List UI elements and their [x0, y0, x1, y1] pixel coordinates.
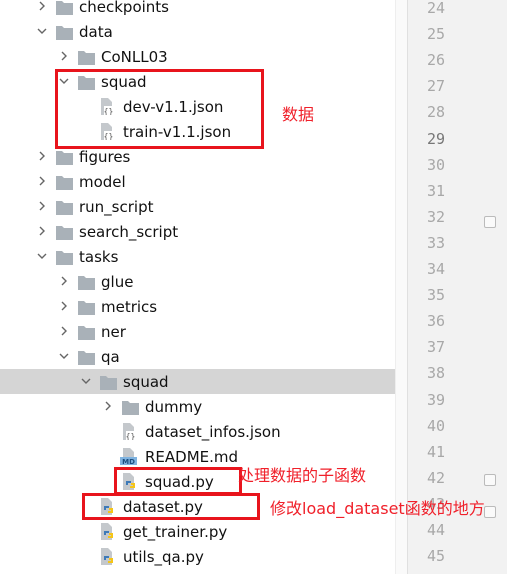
tree-item-label: metrics [101, 297, 158, 316]
chevron-right-icon[interactable] [58, 50, 70, 62]
chevron-down-icon[interactable] [36, 250, 48, 262]
folder-icon [78, 350, 95, 367]
line-number: 28 [426, 103, 445, 122]
tree-item-label: run_script [79, 197, 154, 216]
line-number: 26 [426, 51, 445, 70]
folder-icon [56, 25, 73, 42]
tree-item-dummy[interactable]: dummy [0, 394, 407, 419]
tree-item-label: ner [101, 322, 126, 341]
svg-text:{}: {} [126, 432, 136, 440]
tree-item-tasks[interactable]: tasks [0, 244, 407, 269]
chevron-right-icon[interactable] [58, 275, 70, 287]
line-number: 30 [426, 155, 445, 174]
folder-icon [100, 375, 117, 392]
chevron-down-icon[interactable] [36, 25, 48, 37]
folder-icon [78, 275, 95, 292]
chevron-right-icon[interactable] [36, 175, 48, 187]
line-number: 40 [426, 416, 445, 435]
line-number: 24 [426, 0, 445, 17]
tree-item-label: CoNLL03 [101, 47, 168, 66]
tree-item-glue[interactable]: glue [0, 269, 407, 294]
tree-item-checkpoints[interactable]: checkpoints [0, 0, 407, 19]
highlight-dataset-py [82, 493, 260, 520]
line-number: 38 [426, 364, 445, 383]
tree-item-squad[interactable]: squad [0, 369, 407, 394]
folder-icon [56, 150, 73, 167]
tree-item-qa[interactable]: qa [0, 344, 407, 369]
tree-item-conll03[interactable]: CoNLL03 [0, 44, 407, 69]
folder-icon [56, 175, 73, 192]
folder-icon [56, 0, 73, 17]
tree-item-data[interactable]: data [0, 19, 407, 44]
line-number: 27 [426, 77, 445, 96]
tree-item-model[interactable]: model [0, 169, 407, 194]
tree-item-label: checkpoints [79, 0, 169, 16]
tree-item-label: dummy [145, 397, 203, 416]
markdown-file-icon: MD [120, 448, 137, 466]
line-number: 39 [426, 390, 445, 409]
python-file-icon [98, 523, 115, 540]
fold-marker-icon[interactable] [484, 216, 496, 228]
folder-icon [56, 225, 73, 242]
tree-item-label: model [79, 172, 126, 191]
folder-icon [78, 50, 95, 67]
annotation-data: 数据 [282, 105, 315, 124]
chevron-right-icon[interactable] [36, 0, 48, 12]
tree-item-label: squad [123, 372, 169, 391]
line-number: 25 [426, 25, 445, 44]
line-number: 42 [426, 468, 445, 487]
tree-item-label: dataset_infos.json [145, 422, 281, 441]
tree-item-label: tasks [79, 247, 119, 266]
line-number: 45 [426, 547, 445, 566]
line-number: 34 [426, 260, 445, 278]
chevron-right-icon[interactable] [58, 325, 70, 337]
line-number: 35 [426, 286, 445, 305]
tree-item-label: glue [101, 272, 134, 291]
tree-item-get-trainer-py[interactable]: get_trainer.py [0, 519, 407, 544]
json-file-icon: {} [120, 423, 137, 441]
line-number: 31 [426, 181, 445, 200]
tree-item-metrics[interactable]: metrics [0, 294, 407, 319]
line-number: 37 [426, 338, 445, 357]
tree-item-label: README.md [145, 447, 239, 466]
tree-item-label: utils_qa.py [123, 547, 204, 566]
chevron-down-icon[interactable] [58, 350, 70, 362]
folder-icon [78, 325, 95, 342]
tree-item-dataset-infos-json[interactable]: {} dataset_infos.json [0, 419, 407, 444]
tree-item-label: qa [101, 347, 120, 366]
chevron-right-icon[interactable] [36, 150, 48, 162]
line-number: 41 [426, 442, 445, 461]
tree-item-label: figures [79, 147, 131, 166]
highlight-data-squad [55, 69, 264, 149]
python-file-icon [98, 548, 115, 565]
fold-marker-icon[interactable] [484, 474, 496, 486]
tree-item-ner[interactable]: ner [0, 319, 407, 344]
tree-item-label: search_script [79, 222, 179, 241]
line-number: 33 [426, 233, 445, 252]
fold-marker-icon[interactable] [484, 506, 496, 518]
highlight-squad-py [114, 467, 242, 495]
tree-item-search-script[interactable]: search_script [0, 219, 407, 244]
line-number: 44 [426, 521, 445, 539]
svg-text:MD: MD [122, 458, 135, 465]
chevron-right-icon[interactable] [58, 300, 70, 312]
folder-icon [78, 300, 95, 317]
line-number: 29 [426, 129, 445, 148]
chevron-right-icon[interactable] [102, 400, 114, 412]
tree-item-label: data [79, 22, 113, 41]
tree-item-label: get_trainer.py [123, 522, 228, 541]
editor-gutter: 24 25 26 27 28 29 30 31 32 33 34 35 36 37 38 39 40 41 42 43… [407, 0, 507, 574]
tree-item-utils-qa-py[interactable]: utils_qa.py [0, 544, 407, 569]
folder-icon [122, 400, 139, 417]
folder-icon [56, 250, 73, 267]
chevron-right-icon[interactable] [36, 225, 48, 237]
chevron-down-icon[interactable] [80, 375, 92, 387]
line-number: 36 [426, 312, 445, 331]
chevron-right-icon[interactable] [36, 200, 48, 212]
annotation-squad-py: 处理数据的子函数 [238, 466, 367, 485]
tree-item-run-script[interactable]: run_script [0, 194, 407, 219]
folder-icon [56, 200, 73, 217]
annotation-dataset-py: 修改load_dataset函数的地方 [270, 499, 485, 518]
line-number: 32 [426, 207, 445, 226]
